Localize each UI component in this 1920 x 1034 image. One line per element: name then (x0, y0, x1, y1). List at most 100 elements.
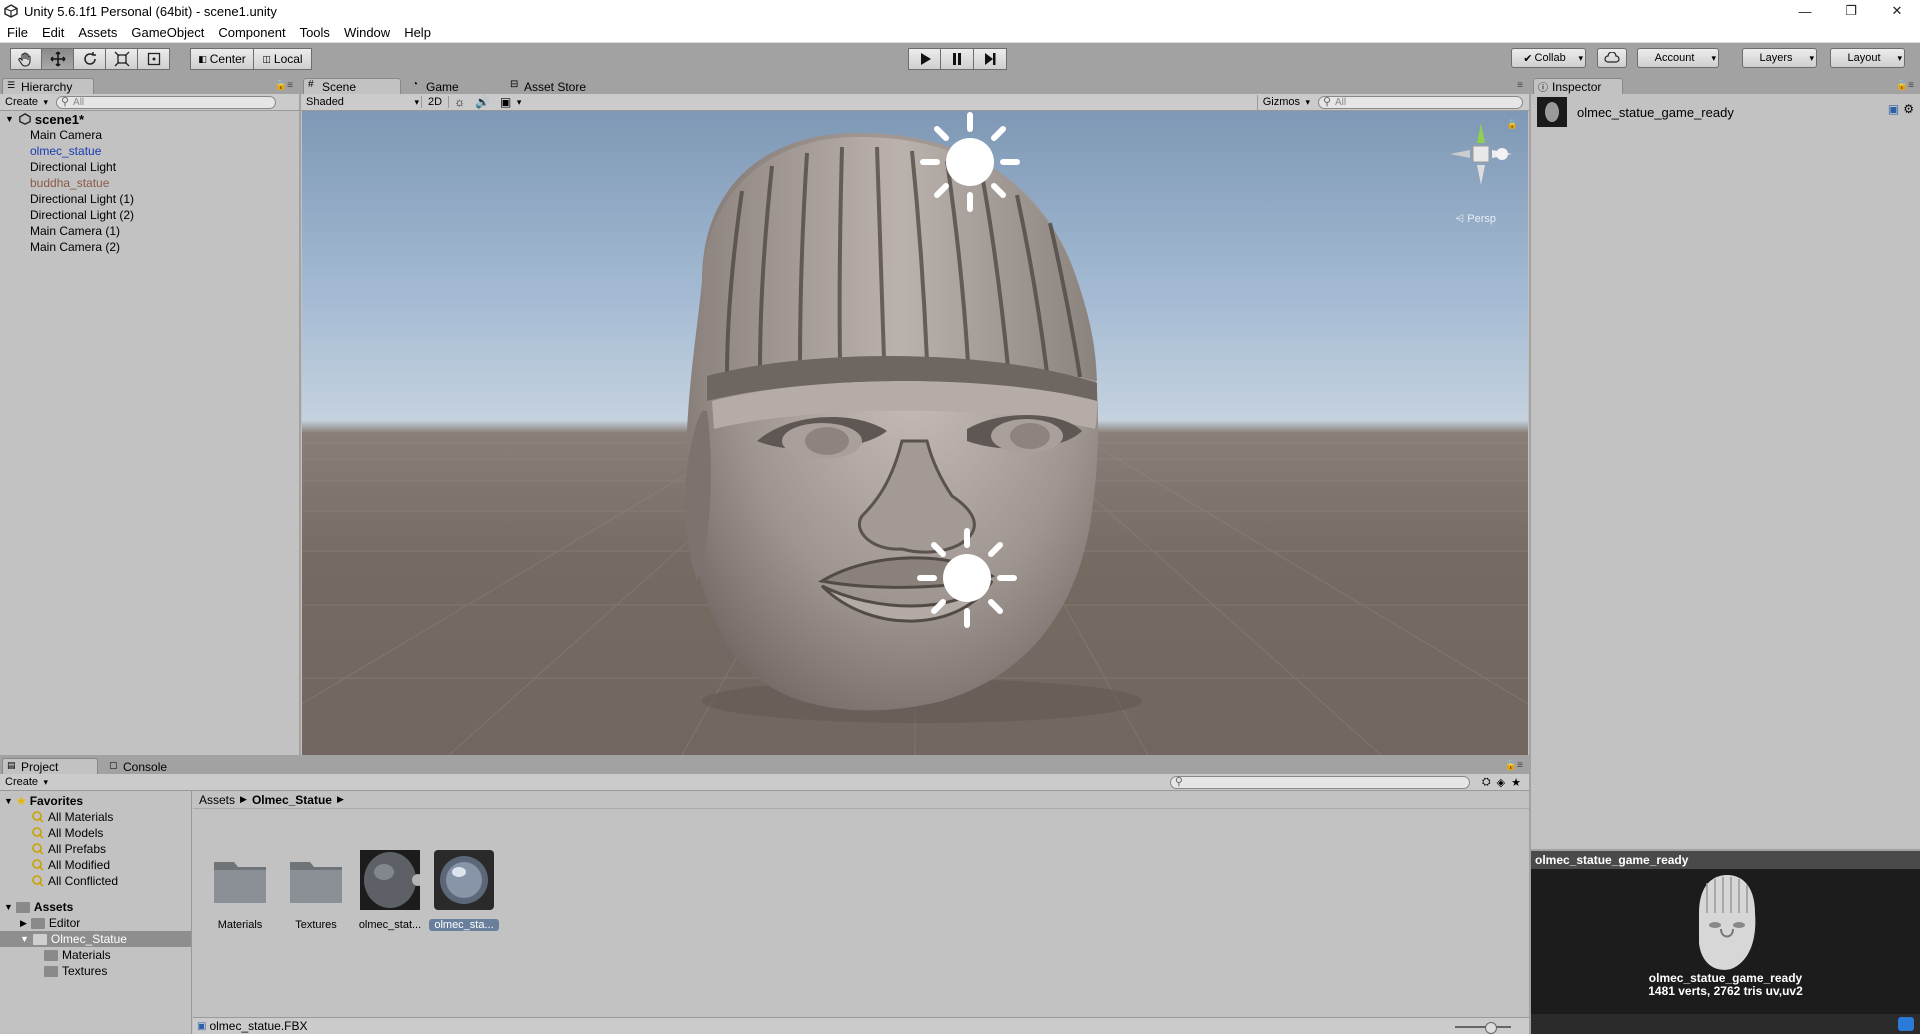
model-preview-icon (1545, 102, 1559, 122)
layers-label: Layers (1759, 52, 1793, 64)
panel-menu-icon[interactable]: 🔒≡ (1505, 760, 1523, 771)
favorite-item[interactable]: All Models (0, 825, 191, 841)
rect-tool-button[interactable] (138, 48, 170, 70)
menu-edit[interactable]: Edit (35, 25, 71, 40)
favorite-item[interactable]: All Materials (0, 809, 191, 825)
menu-assets[interactable]: Assets (71, 25, 124, 40)
hierarchy-item[interactable]: Directional Light (0, 159, 299, 175)
assets-header[interactable]: ▼ Assets (0, 899, 191, 915)
favorite-label: All Models (48, 826, 104, 840)
play-button[interactable] (908, 48, 941, 70)
menu-gameobject[interactable]: GameObject (124, 25, 211, 40)
grid-icon: # (308, 79, 314, 90)
asset-tile[interactable]: olmec_sta... (429, 850, 499, 931)
step-button[interactable] (974, 48, 1007, 70)
panel-menu-icon[interactable]: 🔒≡ (1896, 80, 1914, 91)
settings-gear-icon[interactable]: ⚙ (1903, 102, 1914, 116)
model-preview-render[interactable] (1691, 873, 1761, 973)
breadcrumb-item[interactable]: Assets (199, 793, 235, 807)
favorites-header[interactable]: ▼ ★ Favorites (0, 793, 191, 809)
tab-game[interactable]: ◔ Game (407, 78, 487, 94)
scene-root[interactable]: ▼ scene1* (0, 111, 299, 127)
collapsed-arrow-icon[interactable]: ▶ (20, 918, 27, 929)
layers-dropdown[interactable]: Layers (1742, 48, 1817, 68)
audio-toggle-icon[interactable]: 🔊 (470, 95, 495, 109)
favorite-item[interactable]: All Conflicted (0, 873, 191, 889)
asset-tile[interactable]: olmec_stat... (355, 850, 425, 931)
expand-arrow-icon[interactable]: ▼ (5, 114, 14, 124)
rotate-tool-button[interactable] (74, 48, 106, 70)
scene-orientation-gizmo-icon[interactable] (1448, 121, 1514, 187)
menu-file[interactable]: File (0, 25, 35, 40)
help-book-icon[interactable]: ▣ (1888, 102, 1899, 116)
tab-scene[interactable]: # Scene (303, 78, 401, 94)
shading-mode-dropdown[interactable]: Shaded (301, 95, 421, 110)
directional-light-gizmo-icon[interactable] (914, 525, 1020, 631)
tab-asset-store[interactable]: ⊟ Asset Store (505, 78, 615, 94)
gizmos-dropdown[interactable]: Gizmos (1256, 94, 1312, 110)
hierarchy-search-input[interactable]: All (56, 95, 277, 109)
project-search-input[interactable] (1169, 775, 1470, 789)
tree-folder[interactable]: Materials (0, 947, 191, 963)
tree-folder[interactable]: Textures (0, 963, 191, 979)
favorite-item[interactable]: All Prefabs (0, 841, 191, 857)
account-dropdown[interactable]: Account (1637, 48, 1719, 68)
menu-component[interactable]: Component (211, 25, 292, 40)
asset-tile[interactable]: Materials (205, 850, 275, 931)
projection-label[interactable]: ⩤ Persp (1455, 213, 1496, 226)
collab-button[interactable]: ✔ Collab (1511, 48, 1586, 68)
asset-label-tag-icon[interactable] (1898, 1017, 1914, 1031)
hierarchy-create-dropdown[interactable]: Create (0, 95, 50, 110)
tree-folder[interactable]: ▶ Editor (0, 915, 191, 931)
pivot-center-button[interactable]: ◧ Center (190, 48, 254, 70)
tab-console[interactable]: ▢ Console (104, 758, 184, 774)
search-by-type-icon[interactable]: ⛭ (1482, 776, 1491, 789)
tab-hierarchy[interactable]: ☰ Hierarchy (2, 78, 94, 94)
pause-button[interactable] (941, 48, 974, 70)
asset-label: Materials (217, 919, 263, 931)
menu-tools[interactable]: Tools (293, 25, 337, 40)
menu-help[interactable]: Help (397, 25, 438, 40)
tab-inspector[interactable]: ⓘ Inspector (1533, 78, 1623, 94)
hand-tool-button[interactable] (10, 48, 42, 70)
lock-icon[interactable]: 🔒 (1507, 119, 1518, 130)
expand-arrow-icon[interactable]: ▼ (4, 796, 13, 806)
hierarchy-item[interactable]: Main Camera (2) (0, 239, 299, 255)
icon-size-slider[interactable] (1455, 1022, 1511, 1034)
hierarchy-item[interactable]: Directional Light (1) (0, 191, 299, 207)
hierarchy-item[interactable]: olmec_statue (0, 143, 299, 159)
scale-tool-button[interactable] (106, 48, 138, 70)
favorite-item[interactable]: All Modified (0, 857, 191, 873)
scene-search-input[interactable]: All (1318, 95, 1523, 109)
hierarchy-item[interactable]: Main Camera (1) (0, 223, 299, 239)
effects-dropdown-icon[interactable]: ▣ (495, 95, 523, 110)
menu-window[interactable]: Window (337, 25, 397, 40)
cloud-icon (1604, 52, 1620, 63)
panel-menu-icon[interactable]: 🔒≡ (275, 80, 293, 91)
minimize-button[interactable]: — (1782, 0, 1828, 22)
scene-viewport[interactable]: ⩤ Persp 🔒 (302, 111, 1528, 755)
close-button[interactable]: ✕ (1874, 0, 1920, 22)
cloud-button[interactable] (1597, 48, 1627, 68)
olmec-statue-model[interactable] (302, 111, 1528, 755)
tree-folder[interactable]: ▼ Olmec_Statue (0, 931, 191, 947)
move-tool-button[interactable] (42, 48, 74, 70)
hierarchy-item[interactable]: buddha_statue (0, 175, 299, 191)
search-by-label-icon[interactable]: ◈ (1497, 776, 1505, 789)
project-create-dropdown[interactable]: Create (0, 775, 50, 790)
pivot-local-button[interactable]: ◫ Local (254, 48, 312, 70)
expand-arrow-icon[interactable]: ▼ (20, 934, 29, 944)
expand-arrow-icon[interactable]: ▼ (4, 902, 13, 912)
layout-dropdown[interactable]: Layout (1830, 48, 1905, 68)
hierarchy-item[interactable]: Main Camera (0, 127, 299, 143)
directional-light-gizmo-icon[interactable] (917, 111, 1023, 215)
2d-toggle[interactable]: 2D (421, 96, 450, 108)
panel-menu-icon[interactable]: ≡ (1517, 80, 1523, 91)
hierarchy-item[interactable]: Directional Light (2) (0, 207, 299, 223)
lighting-toggle-icon[interactable]: ☼ (449, 95, 470, 109)
breadcrumb-item[interactable]: Olmec_Statue (252, 793, 332, 807)
saved-search-star-icon[interactable]: ★ (1511, 776, 1521, 789)
asset-tile[interactable]: Textures (281, 850, 351, 931)
restore-button[interactable]: ❐ (1828, 0, 1874, 22)
tab-project[interactable]: ▤ Project (2, 758, 98, 774)
